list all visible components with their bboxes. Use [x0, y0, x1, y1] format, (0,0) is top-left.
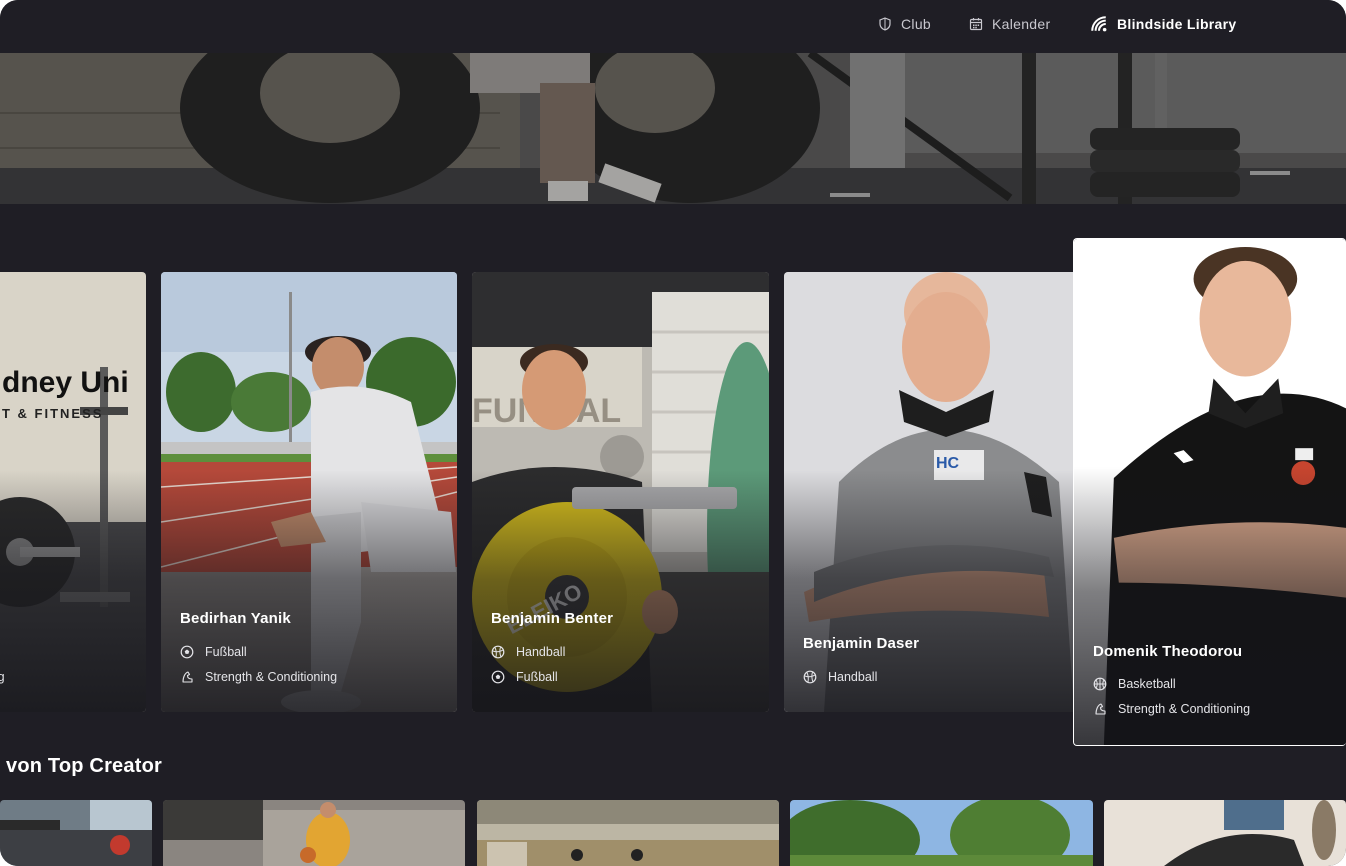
football-icon: [491, 670, 505, 684]
creator-name: Domenik Theodorou: [1093, 643, 1243, 660]
nav-club[interactable]: Club: [878, 14, 931, 34]
creator-card-benjamin-benter[interactable]: FUN NAL ELEIKO Benjamin Benter Handball …: [472, 272, 769, 712]
card-shade: [0, 470, 146, 712]
creator-tag: Strength & Conditioning: [1093, 702, 1250, 716]
creator-tag: Strength & Conditioning: [180, 670, 337, 684]
library-icon: [1091, 16, 1107, 32]
nav-kalender[interactable]: Kalender: [969, 14, 1050, 34]
creator-card-bedirhan-yanik[interactable]: Bedirhan Yanik Fußball Strength & Condit…: [161, 272, 457, 712]
creator-tag: Handball: [803, 670, 877, 684]
strength-icon: [182, 671, 193, 683]
basketball-icon: [1093, 677, 1107, 691]
football-icon: [180, 645, 194, 659]
video-thumbnail[interactable]: [163, 800, 465, 866]
hero-banner: [0, 53, 1346, 204]
creator-tag: oning: [0, 670, 5, 684]
creator-tag-label: Handball: [828, 670, 878, 684]
top-navigation: Club Kalender Blindside Library: [0, 0, 1346, 53]
nav-club-label: Club: [901, 16, 931, 32]
gym-sign-text: dney Uni: [2, 366, 129, 399]
calendar-icon: [969, 18, 983, 31]
creator-name: Benjamin Daser: [803, 635, 920, 652]
nav-kalender-label: Kalender: [992, 16, 1051, 32]
creator-tag: Fußball: [180, 645, 247, 659]
video-thumbnail[interactable]: [1104, 800, 1346, 866]
creator-card-benjamin-daser[interactable]: HC Benjamin Daser Handball: [784, 272, 1080, 712]
app-window: Club Kalender Blindside Library dney Uni…: [0, 0, 1346, 866]
creator-tag: Basketball: [1093, 677, 1176, 691]
creator-name: Bedirhan Yanik: [180, 610, 291, 627]
nav-blindside-library-label: Blindside Library: [1117, 16, 1237, 32]
strength-icon: [1095, 703, 1106, 715]
creator-tag-label: Strength & Conditioning: [1118, 702, 1251, 716]
video-thumbnail[interactable]: [0, 800, 152, 866]
handball-icon: [803, 670, 817, 684]
creator-tag-label: Fußball: [516, 670, 558, 684]
video-thumbnail[interactable]: [477, 800, 779, 866]
creator-tag-label: Handball: [516, 645, 566, 659]
creator-tag-label: Basketball: [1118, 677, 1176, 691]
creator-name: Benjamin Benter: [491, 610, 614, 627]
creator-tag: Handball: [491, 645, 565, 659]
creator-tag-label: Fußball: [205, 645, 247, 659]
creator-card[interactable]: dney Uni T & FITNESS oning: [0, 272, 146, 712]
creator-tag-label: Strength & Conditioning: [205, 670, 338, 684]
gym-sign-subtext: T & FITNESS: [2, 406, 104, 421]
creator-tag-label: oning: [0, 670, 5, 684]
creator-tag: Fußball: [491, 670, 558, 684]
video-thumbnail[interactable]: [790, 800, 1093, 866]
nav-blindside-library[interactable]: Blindside Library: [1090, 14, 1236, 34]
handball-icon: [491, 645, 505, 659]
creator-card-domenik-theodorou[interactable]: Domenik Theodorou Basketball Strength & …: [1073, 238, 1346, 746]
shield-icon: [879, 17, 891, 31]
section-title: von Top Creator: [6, 755, 162, 777]
